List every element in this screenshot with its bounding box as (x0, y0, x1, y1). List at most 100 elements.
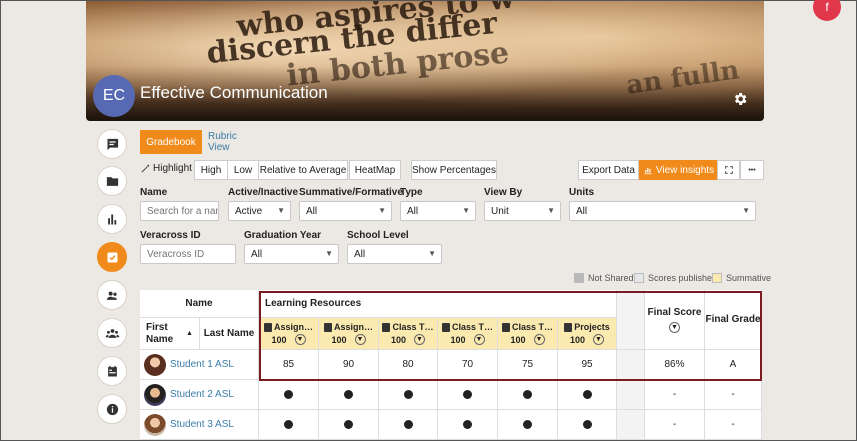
student-name[interactable]: Student 3 ASL (170, 419, 234, 430)
score-cell[interactable] (319, 380, 379, 410)
course-banner: who aspires to w discern the differ in b… (86, 1, 764, 121)
chevron-down-icon: ▼ (547, 206, 555, 215)
sidebar-reports[interactable] (97, 204, 127, 234)
expand-icon (724, 166, 733, 174)
active-select[interactable]: Active ▼ (228, 201, 291, 221)
assignment-header[interactable]: Assign… 100 ▼ (319, 318, 379, 350)
download-icon (501, 322, 510, 332)
highlight-low-button[interactable]: Low (227, 160, 259, 180)
score-cell[interactable] (558, 410, 617, 440)
download-icon (263, 322, 272, 332)
tab-rubric-view[interactable]: Rubric View (208, 130, 260, 154)
feed-icon (106, 138, 118, 150)
summative-select[interactable]: All ▼ (299, 201, 392, 221)
download-icon (441, 322, 450, 332)
score-cell[interactable] (558, 380, 617, 410)
spacer-cell (617, 380, 645, 410)
assignment-points-row: 100 ▼ (510, 334, 545, 345)
school-level-select[interactable]: All ▼ (347, 244, 442, 264)
chevron-down-icon[interactable]: ▼ (414, 334, 426, 345)
bar-chart-icon (107, 214, 116, 224)
highlight-high-button[interactable]: High (194, 160, 228, 180)
assignment-title: Assign… (263, 322, 313, 332)
score-cell[interactable]: 70 (438, 350, 498, 380)
not-graded-dot (344, 420, 353, 429)
grad-year-select[interactable]: All ▼ (244, 244, 339, 264)
chevron-down-icon[interactable]: ▼ (354, 334, 366, 345)
score-cell[interactable] (319, 410, 379, 440)
student-name-cell[interactable]: Student 3 ASL (140, 410, 259, 440)
score-cell[interactable] (498, 380, 558, 410)
sidebar-info[interactable] (97, 394, 127, 424)
score-cell[interactable]: 90 (319, 350, 379, 380)
name-header: Name (140, 290, 259, 318)
student-name-cell[interactable]: Student 2 ASL (140, 380, 259, 410)
sort-up-icon[interactable]: ▲ (186, 328, 193, 340)
chevron-down-icon[interactable]: ▼ (669, 321, 680, 333)
score-cell[interactable]: 75 (498, 350, 558, 380)
first-name-header[interactable]: First Name ▲ (140, 318, 200, 350)
spacer-cell (617, 410, 645, 440)
assignment-points-row: 100 ▼ (391, 334, 426, 345)
more-options-button[interactable]: ••• (740, 160, 764, 180)
tab-gradebook[interactable]: Gradebook (140, 130, 202, 154)
not-graded-dot (582, 390, 592, 399)
chevron-down-icon: ▼ (428, 249, 436, 258)
highlight-relative-button[interactable]: Relative to Average (258, 160, 348, 180)
type-select[interactable]: All ▼ (400, 201, 476, 221)
score-cell[interactable] (259, 380, 319, 410)
view-by-select-value: Unit (491, 205, 509, 217)
profile-badge[interactable]: f (813, 0, 841, 21)
assignment-points: 100 (271, 334, 287, 345)
chevron-down-icon[interactable]: ▼ (294, 334, 306, 345)
score-cell[interactable] (438, 380, 498, 410)
fullscreen-button[interactable] (717, 160, 740, 180)
export-data-button[interactable]: Export Data (578, 160, 639, 180)
assignment-header[interactable]: Class T… 100 ▼ (438, 318, 498, 350)
assignment-title: Class T… (382, 322, 434, 332)
assignment-header[interactable]: Class T… 100 ▼ (379, 318, 438, 350)
not-graded-dot (463, 420, 472, 429)
legend-not-shared-label: Not Shared (588, 273, 634, 283)
last-name-header[interactable]: Last Name (200, 318, 259, 350)
veracross-id-input[interactable] (140, 244, 236, 264)
student-name[interactable]: Student 2 ASL (170, 389, 234, 400)
score-cell[interactable] (379, 410, 438, 440)
sidebar-gradebook[interactable] (97, 242, 127, 272)
score-cell[interactable]: 95 (558, 350, 617, 380)
legend-summative: Summative (712, 273, 771, 283)
view-insights-button[interactable]: View insights (639, 160, 718, 180)
assignment-title-text: Assign… (273, 322, 313, 332)
gear-icon[interactable] (732, 91, 748, 107)
show-percentages-button[interactable]: Show Percentages (411, 160, 497, 180)
filter-summative-label: Summative/Formative (299, 187, 403, 198)
score-cell[interactable]: 80 (379, 350, 438, 380)
chevron-down-icon[interactable]: ▼ (593, 334, 605, 345)
final-score-header[interactable]: Final Score ▼ (645, 290, 705, 350)
legend-swatch-scores-published (634, 273, 644, 283)
score-cell[interactable] (498, 410, 558, 440)
student-name-cell[interactable]: Student 1 ASL (140, 350, 259, 380)
sidebar-calendar[interactable] (97, 356, 127, 386)
view-insights-label: View insights (655, 164, 715, 176)
heatmap-button[interactable]: HeatMap (349, 160, 401, 180)
score-cell[interactable] (438, 410, 498, 440)
sidebar-members[interactable] (97, 280, 127, 310)
units-select[interactable]: All ▼ (569, 201, 756, 221)
sidebar-files[interactable] (97, 166, 127, 196)
chevron-down-icon: ▼ (462, 206, 470, 215)
score-cell[interactable] (259, 410, 319, 440)
sidebar-groups[interactable] (97, 318, 127, 348)
sidebar-feed[interactable] (97, 129, 127, 159)
assignment-header[interactable]: Assign… 100 ▼ (259, 318, 319, 350)
name-search-input[interactable] (140, 201, 219, 221)
assignment-header[interactable]: Class T… 100 ▼ (498, 318, 558, 350)
assignment-header[interactable]: Projects 100 ▼ (558, 318, 617, 350)
chevron-down-icon[interactable]: ▼ (473, 334, 485, 345)
student-name[interactable]: Student 1 ASL (170, 359, 234, 370)
chevron-down-icon[interactable]: ▼ (533, 334, 545, 345)
score-cell[interactable]: 85 (259, 350, 319, 380)
view-by-select[interactable]: Unit ▼ (484, 201, 561, 221)
score-cell[interactable] (379, 380, 438, 410)
chevron-down-icon: ▼ (277, 206, 285, 215)
